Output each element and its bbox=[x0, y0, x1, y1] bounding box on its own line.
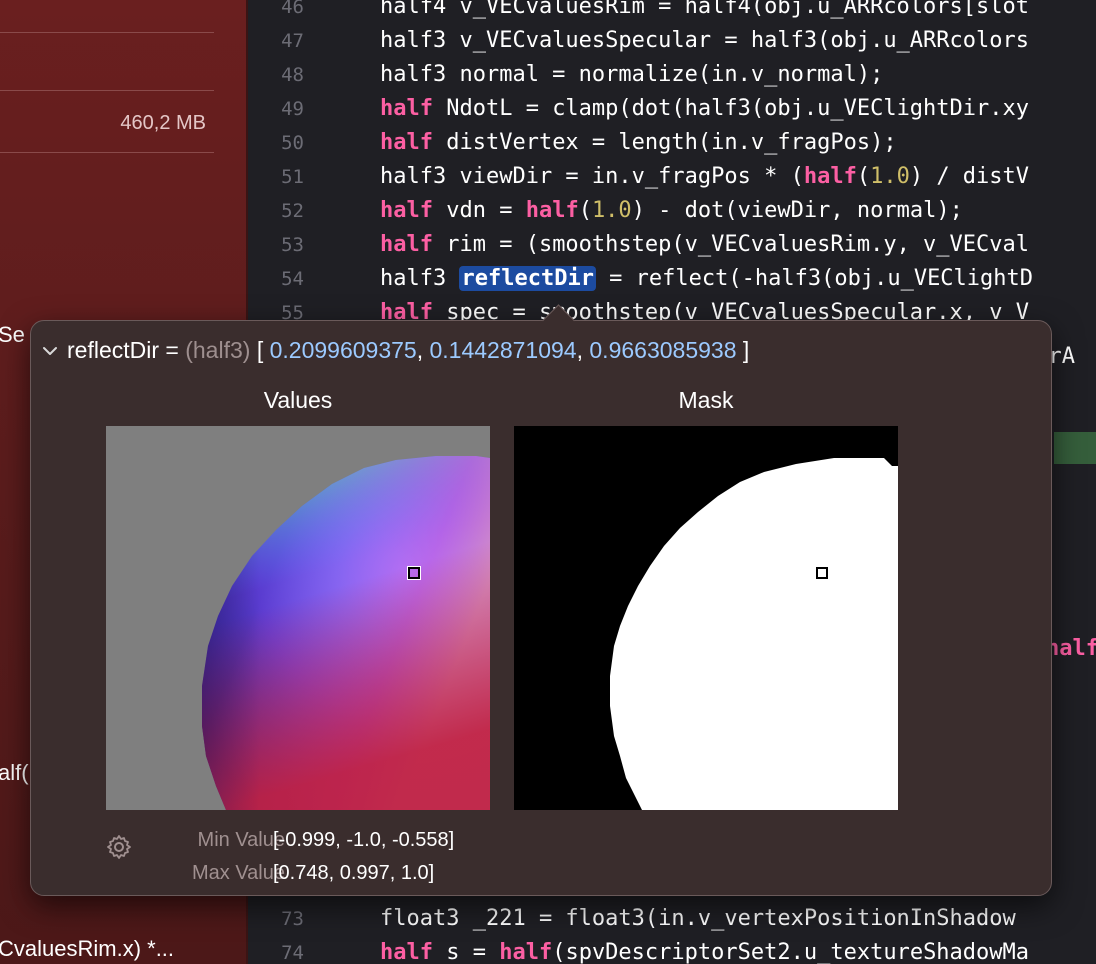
variable-inspector-popover[interactable]: reflectDir = (half3) [ 0.2099609375, 0.1… bbox=[30, 304, 1052, 896]
code-line[interactable]: 48 half3 normal = normalize(in.v_normal); bbox=[248, 58, 1096, 92]
popover-header: reflectDir = (half3) [ 0.2099609375, 0.1… bbox=[43, 337, 749, 364]
memory-size-label: 460,2 MB bbox=[120, 112, 206, 134]
line-number: 47 bbox=[281, 30, 304, 52]
code-text: half3 v_VECvaluesSpecular = half3(obj.u_… bbox=[380, 28, 1030, 53]
line-number: 51 bbox=[281, 166, 304, 188]
line-number: 73 bbox=[281, 908, 304, 930]
equals-sign: = bbox=[159, 337, 186, 363]
code-text: half rim = (smoothstep(v_VECvaluesRim.y,… bbox=[380, 232, 1030, 257]
code-line[interactable]: 49 half NdotL = clamp(dot(half3(obj.u_VEC… bbox=[248, 92, 1096, 126]
code-line[interactable]: 53 half rim = (smoothstep(v_VECvaluesRim.… bbox=[248, 228, 1096, 262]
selected-token: reflectDir bbox=[459, 266, 596, 291]
code-text: half3 reflectDir = reflect(-half3(obj.u_… bbox=[380, 266, 1034, 291]
pixel-marker[interactable] bbox=[408, 567, 420, 579]
code-text: float3 _221 = float3(in.v_vertexPosition… bbox=[380, 906, 1016, 931]
line-number: 46 bbox=[281, 0, 304, 18]
sidebar-fragment[interactable]: Se bbox=[0, 322, 25, 348]
min-value: [-0.999, -1.0, -0.558] bbox=[273, 829, 455, 851]
code-text: half distVertex = length(in.v_fragPos); bbox=[380, 130, 897, 155]
chevron-down-icon[interactable] bbox=[43, 343, 57, 361]
line-number: 49 bbox=[281, 98, 304, 120]
code-line[interactable]: 50 half distVertex = length(in.v_fragPos)… bbox=[248, 126, 1096, 160]
component-x: 0.2099609375 bbox=[269, 337, 417, 363]
sidebar-fragment[interactable]: CvaluesRim.x) *... bbox=[0, 936, 174, 962]
separator: , bbox=[576, 337, 590, 363]
code-text: half4 v_VECvaluesRim = half4(obj.u_ARRco… bbox=[380, 0, 1030, 19]
code-fragment: half bbox=[1046, 636, 1096, 661]
mask-preview[interactable] bbox=[514, 426, 898, 810]
max-value-label: Max Value bbox=[191, 862, 285, 884]
code-line[interactable]: 73 float3 _221 = float3(in.v_vertexPositi… bbox=[248, 902, 1096, 936]
pixel-marker[interactable] bbox=[816, 567, 828, 579]
code-line[interactable]: 54 half3 reflectDir = reflect(-half3(obj.… bbox=[248, 262, 1096, 296]
min-value-label: Min Value bbox=[197, 829, 285, 851]
open-bracket: [ bbox=[250, 337, 270, 363]
code-line[interactable]: 47 half3 v_VECvaluesSpecular = half3(obj.… bbox=[248, 24, 1096, 58]
separator: , bbox=[416, 337, 430, 363]
component-y: 0.1442871094 bbox=[429, 337, 577, 363]
code-text: half3 normal = normalize(in.v_normal); bbox=[380, 62, 884, 87]
sidebar-divider bbox=[0, 32, 214, 33]
line-number: 48 bbox=[281, 64, 304, 86]
code-line[interactable]: 74 half s = half(spvDescriptorSet2.u_text… bbox=[248, 936, 1096, 964]
values-title: Values bbox=[263, 387, 333, 413]
values-preview[interactable] bbox=[106, 426, 490, 810]
code-text: half3 viewDir = in.v_fragPos * (half(1.0… bbox=[380, 164, 1030, 189]
max-value: [0.748, 0.997, 1.0] bbox=[273, 862, 435, 884]
code-text: half vdn = half(1.0) - dot(viewDir, norm… bbox=[380, 198, 963, 223]
code-text: half s = half(spvDescriptorSet2.u_textur… bbox=[380, 940, 1030, 964]
code-line[interactable]: 51 half3 viewDir = in.v_fragPos * (half(1… bbox=[248, 160, 1096, 194]
line-number: 50 bbox=[281, 132, 304, 154]
close-bracket: ] bbox=[736, 337, 750, 363]
line-number: 74 bbox=[281, 942, 304, 964]
code-text: half NdotL = clamp(dot(half3(obj.u_VECli… bbox=[380, 96, 1030, 121]
variable-type: (half3) bbox=[185, 337, 251, 363]
line-number: 54 bbox=[281, 268, 304, 290]
line-number: 53 bbox=[281, 234, 304, 256]
sidebar-fragment[interactable]: alf( bbox=[0, 760, 29, 786]
sidebar-divider bbox=[0, 90, 214, 91]
code-line[interactable]: 52 half vdn = half(1.0) - dot(viewDir, no… bbox=[248, 194, 1096, 228]
line-highlight bbox=[1054, 432, 1096, 464]
sidebar-divider bbox=[0, 152, 214, 153]
variable-name: reflectDir bbox=[67, 337, 160, 363]
code-line[interactable]: 46 half4 v_VECvaluesRim = half4(obj.u_ARR… bbox=[248, 0, 1096, 24]
mask-title: Mask bbox=[678, 387, 734, 413]
component-z: 0.9663085938 bbox=[589, 337, 737, 363]
line-number: 52 bbox=[281, 200, 304, 222]
